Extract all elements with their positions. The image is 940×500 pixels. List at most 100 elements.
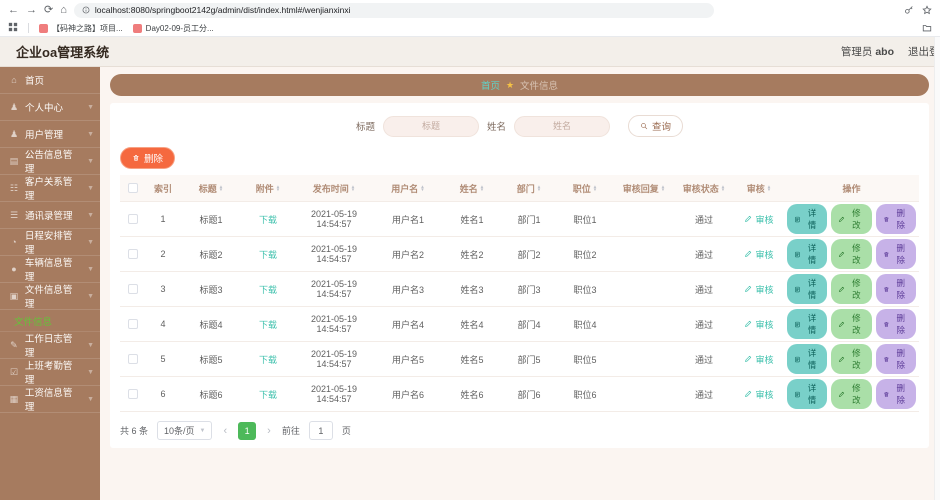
page-number-button[interactable]: 1	[238, 421, 257, 440]
download-link[interactable]: 下载	[259, 353, 277, 366]
sort-icons[interactable]: ▲ ▼	[480, 184, 484, 192]
sort-icons[interactable]: ▲ ▼	[276, 184, 280, 192]
sort-icons[interactable]: ▲ ▼	[661, 184, 665, 192]
audit-link[interactable]: 审核	[744, 353, 774, 366]
name-cell: 姓名1	[460, 214, 484, 225]
sort-icons[interactable]: ▲ ▼	[351, 184, 355, 192]
row-checkbox[interactable]	[128, 354, 138, 364]
page-size-select[interactable]: 10条/页 ▼	[157, 421, 213, 440]
column-header-label: 标题	[198, 183, 217, 194]
sidebar-item-工资信息管理[interactable]: ▦ 工资信息管理 ▼	[0, 386, 100, 413]
chevron-down-icon: ▼	[87, 184, 94, 192]
password-key-icon[interactable]	[904, 5, 914, 15]
sort-icons[interactable]: ▲ ▼	[219, 184, 223, 192]
browser-home-icon[interactable]: ⌂	[60, 4, 67, 16]
audit-link[interactable]: 审核	[744, 283, 774, 296]
edit-button[interactable]: 修改	[831, 344, 872, 374]
sidebar-item-工作日志管理[interactable]: ✎ 工作日志管理 ▼	[0, 332, 100, 359]
delete-button[interactable]: 删除	[875, 309, 916, 339]
row-checkbox[interactable]	[128, 319, 138, 329]
sort-icons[interactable]: ▲ ▼	[537, 184, 541, 192]
apps-grid-icon[interactable]	[8, 22, 18, 34]
sort-icons[interactable]: ▲ ▼	[420, 184, 424, 192]
sidebar-item-上班考勤管理[interactable]: ☑ 上班考勤管理 ▼	[0, 359, 100, 386]
url-text: localhost:8080/springboot2142g/admin/dis…	[94, 5, 351, 15]
row-checkbox[interactable]	[128, 284, 138, 294]
sort-icons[interactable]: ▲ ▼	[721, 184, 725, 192]
edit-button[interactable]: 修改	[831, 379, 872, 409]
edit-button[interactable]: 修改	[831, 204, 872, 234]
query-button[interactable]: 查询	[628, 115, 684, 137]
bookmarks-folder-icon[interactable]	[922, 23, 932, 33]
audit-link[interactable]: 审核	[744, 318, 774, 331]
bookmark-star-icon[interactable]	[922, 5, 932, 15]
detail-button[interactable]: 详情	[787, 204, 828, 234]
column-header-附件: 附件 ▲ ▼	[242, 175, 294, 201]
download-link[interactable]: 下载	[259, 213, 277, 226]
row-checkbox[interactable]	[128, 249, 138, 259]
download-link[interactable]: 下载	[259, 248, 277, 261]
table-row: 2 标题2 下载 2021-05-19 14:54:57 用户名2 姓名2 部门2 职位2 通过…	[120, 237, 919, 272]
bookmark-item[interactable]: 【码神之路】项目...	[39, 23, 123, 34]
chevron-down-icon: ▼	[87, 238, 94, 246]
url-bar[interactable]: localhost:8080/springboot2142g/admin/dis…	[73, 2, 714, 18]
detail-button[interactable]: 详情	[787, 344, 828, 374]
delete-button[interactable]: 删除	[875, 239, 916, 269]
delete-button[interactable]: 删除	[875, 274, 916, 304]
title-search-input[interactable]	[382, 115, 479, 137]
row-checkbox[interactable]	[128, 389, 138, 399]
sidebar-item-首页[interactable]: ⌂ 首页	[0, 67, 100, 94]
column-header-标题: 标题 ▲ ▼	[180, 175, 242, 201]
scrollbar[interactable]	[934, 37, 940, 500]
title-cell: 标题4	[199, 319, 223, 330]
sidebar-item-通讯录管理[interactable]: ☰ 通讯录管理 ▼	[0, 202, 100, 229]
chevron-down-icon: ▼	[87, 157, 94, 165]
name-search-input[interactable]	[514, 115, 610, 137]
next-page-icon[interactable]: ›	[265, 425, 273, 437]
audit-link[interactable]: 审核	[744, 388, 774, 401]
edit-button[interactable]: 修改	[831, 309, 872, 339]
title-cell: 标题3	[199, 284, 223, 295]
sidebar-item-文件信息管理[interactable]: ▣ 文件信息管理 ▼	[0, 283, 100, 310]
goto-page-input[interactable]	[308, 421, 333, 440]
actions-cell: 详情 修改 删除	[784, 202, 919, 236]
select-all-checkbox[interactable]	[128, 183, 138, 193]
sidebar-item-用户管理[interactable]: ♟ 用户管理 ▼	[0, 121, 100, 148]
audit-link[interactable]: 审核	[744, 213, 774, 226]
sidebar-item-车辆信息管理[interactable]: ● 车辆信息管理 ▼	[0, 256, 100, 283]
delete-button[interactable]: 删除	[875, 379, 916, 409]
audit-link[interactable]: 审核	[744, 248, 774, 261]
download-link[interactable]: 下载	[259, 318, 277, 331]
sidebar-item-公告信息管理[interactable]: ▤ 公告信息管理 ▼	[0, 148, 100, 175]
prev-page-icon[interactable]: ‹	[221, 425, 229, 437]
refresh-icon[interactable]: ⟳	[44, 4, 53, 16]
detail-button[interactable]: 详情	[787, 239, 828, 269]
table-row: 5 标题5 下载 2021-05-19 14:54:57 用户名5 姓名5 部门5 职位5 通过…	[120, 342, 919, 377]
doc-icon	[795, 391, 800, 397]
index-cell: 3	[160, 284, 166, 294]
detail-button[interactable]: 详情	[787, 274, 828, 304]
batch-delete-button[interactable]: 删除	[120, 147, 176, 169]
breadcrumb-home[interactable]: 首页	[481, 78, 500, 92]
bookmark-item[interactable]: Day02-09-员工分...	[132, 23, 214, 34]
site-info-icon[interactable]	[82, 6, 90, 14]
sidebar-subitem-文件信息[interactable]: 文件信息	[0, 310, 100, 332]
detail-button[interactable]: 详情	[787, 379, 828, 409]
edit-button[interactable]: 修改	[831, 274, 872, 304]
breadcrumb-current: 文件信息	[520, 81, 559, 92]
edit-button[interactable]: 修改	[831, 239, 872, 269]
download-link[interactable]: 下载	[259, 283, 277, 296]
worklog-icon: ✎	[10, 339, 18, 350]
forward-icon[interactable]: →	[26, 4, 37, 16]
row-checkbox[interactable]	[128, 214, 138, 224]
delete-button[interactable]: 删除	[875, 204, 916, 234]
sidebar-item-客户关系管理[interactable]: ☷ 客户关系管理 ▼	[0, 175, 100, 202]
delete-button[interactable]: 删除	[875, 344, 916, 374]
download-link[interactable]: 下载	[259, 388, 277, 401]
back-icon[interactable]: ←	[8, 4, 19, 16]
detail-button[interactable]: 详情	[787, 309, 828, 339]
sidebar-item-个人中心[interactable]: ♟ 个人中心 ▼	[0, 94, 100, 121]
sort-icons[interactable]: ▲ ▼	[767, 184, 771, 192]
sort-icons[interactable]: ▲ ▼	[593, 184, 597, 192]
sidebar-item-日程安排管理[interactable]: ◔ 日程安排管理 ▼	[0, 229, 100, 256]
